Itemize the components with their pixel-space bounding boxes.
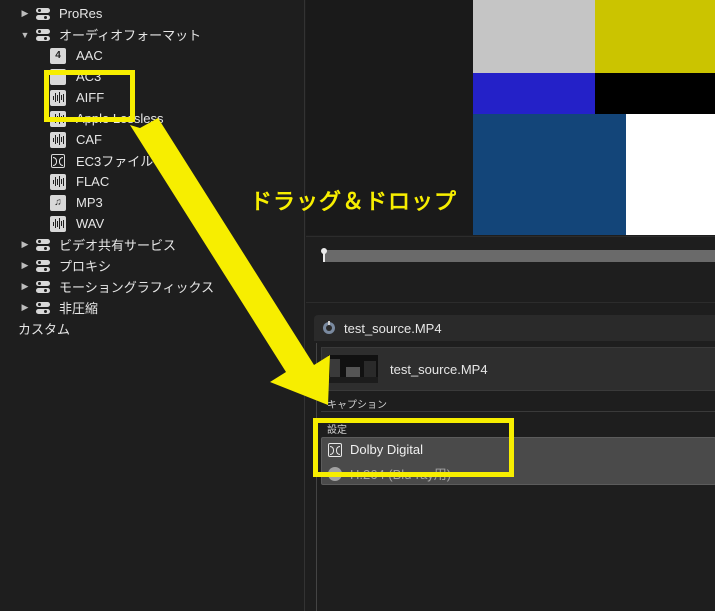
music-note-icon: ♫ <box>50 194 66 211</box>
source-file-row[interactable]: test_source.MP4 <box>321 347 715 391</box>
group-audio-formats[interactable]: ▼ オーディオフォーマット <box>20 24 202 45</box>
color-bar <box>595 0 715 73</box>
preset-label: CAF <box>76 132 102 147</box>
preset-wav[interactable]: WAV <box>50 213 104 234</box>
preset-group-icon <box>36 301 50 315</box>
aac-icon: 4 <box>50 47 66 64</box>
group-motion-graphics[interactable]: ▶ モーショングラフィックス <box>20 276 215 297</box>
color-bar <box>626 114 715 235</box>
compressor-icon <box>323 321 335 334</box>
group-uncompressed[interactable]: ▶ 非圧縮 <box>20 297 98 318</box>
color-bar <box>473 114 626 235</box>
group-proxy[interactable]: ▶ プロキシ <box>20 255 111 276</box>
color-bar <box>473 73 595 114</box>
group-prores[interactable]: ▶ ProRes <box>20 3 103 24</box>
disclosure-right-icon[interactable]: ▶ <box>20 8 30 19</box>
source-file-name: test_source.MP4 <box>390 361 488 377</box>
custom-label: カスタム <box>18 322 71 337</box>
drag-drop-annotation: ドラッグ＆ドロップ <box>250 189 458 214</box>
preset-ec3[interactable]: EC3ファイル <box>50 150 153 171</box>
group-label: プロキシ <box>59 259 112 274</box>
group-label: オーディオフォーマット <box>59 28 202 43</box>
preset-flac[interactable]: FLAC <box>50 171 109 192</box>
color-bar <box>595 73 715 114</box>
disclosure-down-icon[interactable]: ▼ <box>20 30 30 40</box>
disclosure-right-icon[interactable]: ▶ <box>20 281 30 292</box>
preset-label: EC3ファイル <box>76 154 154 169</box>
preset-group-icon <box>36 259 50 273</box>
preset-group-icon <box>36 280 50 294</box>
preset-group-icon <box>36 7 50 21</box>
job-container[interactable]: test_source.MP4 キャプション 設定 Dolby Digital … <box>316 343 715 611</box>
waveform-icon <box>50 131 66 148</box>
timeline-scrubber[interactable] <box>306 236 715 302</box>
waveform-icon <box>50 173 66 190</box>
group-video-sharing[interactable]: ▶ ビデオ共有サービス <box>20 234 176 255</box>
highlight-box-dolby <box>313 418 514 477</box>
waveform-icon <box>50 215 66 232</box>
preset-label: FLAC <box>76 174 110 189</box>
disclosure-right-icon[interactable]: ▶ <box>20 239 30 250</box>
disclosure-right-icon[interactable]: ▶ <box>20 260 30 271</box>
dolby-icon <box>50 153 66 169</box>
preset-mp3[interactable]: ♫ MP3 <box>50 192 103 213</box>
group-label: モーショングラフィックス <box>59 280 215 295</box>
custom-section[interactable]: カスタム <box>18 318 70 339</box>
preset-group-icon <box>36 238 50 252</box>
disclosure-right-icon[interactable]: ▶ <box>20 302 30 313</box>
video-thumbnail <box>328 355 378 383</box>
job-header[interactable]: test_source.MP4 <box>314 315 715 341</box>
job-title: test_source.MP4 <box>344 320 442 336</box>
preset-label: WAV <box>76 216 105 231</box>
preset-label: MP3 <box>76 195 103 210</box>
preset-group-icon <box>36 28 50 42</box>
playhead-icon[interactable] <box>320 248 328 262</box>
preset-aac[interactable]: 4 AAC <box>50 45 103 66</box>
group-label: ビデオ共有サービス <box>59 238 177 253</box>
divider <box>321 411 715 412</box>
scrub-track[interactable] <box>324 250 715 262</box>
highlight-box-aiff <box>44 70 135 122</box>
group-label: ProRes <box>59 6 103 21</box>
group-label: 非圧縮 <box>59 301 99 316</box>
preset-label: AAC <box>76 48 103 63</box>
color-bar <box>473 0 595 73</box>
preset-caf[interactable]: CAF <box>50 129 102 150</box>
caption-section-label: キャプション <box>327 400 387 411</box>
